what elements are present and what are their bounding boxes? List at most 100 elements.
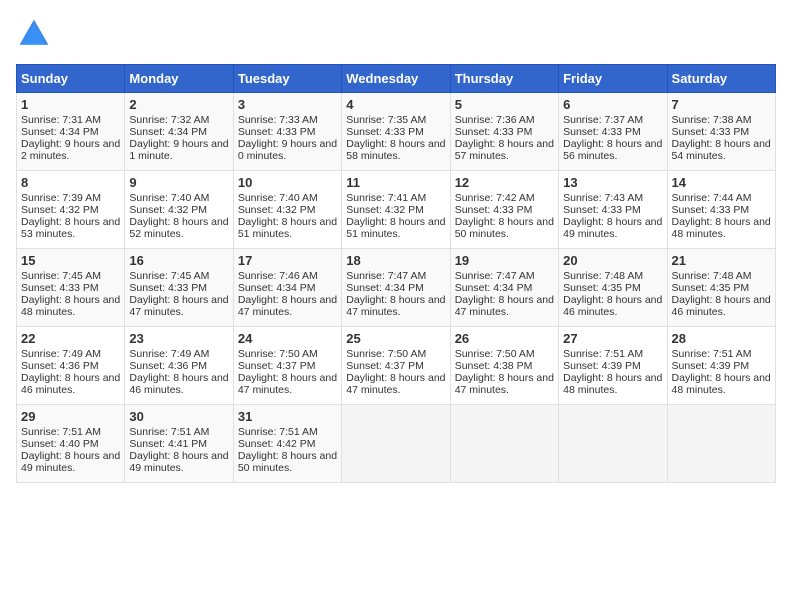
calendar-header-row: SundayMondayTuesdayWednesdayThursdayFrid…	[17, 65, 776, 93]
calendar-cell: 31Sunrise: 7:51 AMSunset: 4:42 PMDayligh…	[233, 405, 341, 483]
daylight-text: Daylight: 8 hours and 46 minutes.	[563, 294, 662, 318]
day-number: 25	[346, 331, 445, 346]
sunrise-text: Sunrise: 7:40 AM	[238, 192, 337, 204]
sunset-text: Sunset: 4:34 PM	[455, 282, 554, 294]
calendar-cell: 15Sunrise: 7:45 AMSunset: 4:33 PMDayligh…	[17, 249, 125, 327]
calendar-cell: 24Sunrise: 7:50 AMSunset: 4:37 PMDayligh…	[233, 327, 341, 405]
daylight-text: Daylight: 8 hours and 46 minutes.	[21, 372, 120, 396]
calendar-cell: 7Sunrise: 7:38 AMSunset: 4:33 PMDaylight…	[667, 93, 775, 171]
day-number: 9	[129, 175, 228, 190]
sunrise-text: Sunrise: 7:43 AM	[563, 192, 662, 204]
daylight-text: Daylight: 8 hours and 47 minutes.	[238, 294, 337, 318]
calendar-cell: 12Sunrise: 7:42 AMSunset: 4:33 PMDayligh…	[450, 171, 558, 249]
daylight-text: Daylight: 8 hours and 50 minutes.	[455, 216, 554, 240]
week-row-4: 22Sunrise: 7:49 AMSunset: 4:36 PMDayligh…	[17, 327, 776, 405]
sunrise-text: Sunrise: 7:50 AM	[238, 348, 337, 360]
calendar-cell: 8Sunrise: 7:39 AMSunset: 4:32 PMDaylight…	[17, 171, 125, 249]
sunset-text: Sunset: 4:33 PM	[563, 126, 662, 138]
daylight-text: Daylight: 8 hours and 54 minutes.	[672, 138, 771, 162]
calendar-cell: 9Sunrise: 7:40 AMSunset: 4:32 PMDaylight…	[125, 171, 233, 249]
week-row-5: 29 Sunrise: 7:51 AMSunset: 4:40 PM Dayligh…	[17, 405, 776, 483]
sunrise-text: Sunrise: 7:48 AM	[563, 270, 662, 282]
sunset-text: Sunset: 4:35 PM	[672, 282, 771, 294]
col-header-monday: Monday	[125, 65, 233, 93]
sunrise-text: Sunrise: 7:39 AM	[21, 192, 120, 204]
day-number: 23	[129, 331, 228, 346]
calendar-cell: 11 Sunrise: 7:41 AMSunset: 4:32 PMDayligh…	[342, 171, 450, 249]
calendar-cell: 17Sunrise: 7:46 AMSunset: 4:34 PMDayligh…	[233, 249, 341, 327]
day-number: 27	[563, 331, 662, 346]
day-number: 29	[21, 409, 120, 424]
sunrise-text: Sunrise: 7:51 AM	[563, 348, 662, 360]
daylight-text: Daylight: 9 hours and 1 minute.	[129, 138, 228, 162]
sunset-text: Sunset: 4:39 PM	[672, 360, 771, 372]
sunrise-text: Sunrise: 7:40 AM	[129, 192, 228, 204]
sunset-text: Sunset: 4:33 PM	[455, 126, 554, 138]
daylight-text: Daylight: 9 hours and 0 minutes.	[238, 138, 337, 162]
daylight-text: Daylight: 8 hours and 48 minutes.	[21, 294, 120, 318]
calendar-cell: 25Sunrise: 7:50 AMSunset: 4:37 PMDayligh…	[342, 327, 450, 405]
week-row-3: 15Sunrise: 7:45 AMSunset: 4:33 PMDayligh…	[17, 249, 776, 327]
day-number: 8	[21, 175, 120, 190]
calendar-cell: 22Sunrise: 7:49 AMSunset: 4:36 PMDayligh…	[17, 327, 125, 405]
sunset-text: Sunset: 4:32 PM	[346, 204, 445, 216]
sunrise-text: Sunrise: 7:41 AM	[346, 192, 445, 204]
daylight-text: Daylight: 8 hours and 51 minutes.	[238, 216, 337, 240]
calendar-cell: 14Sunrise: 7:44 AMSunset: 4:33 PMDayligh…	[667, 171, 775, 249]
calendar-cell: 10Sunrise: 7:40 AMSunset: 4:32 PMDayligh…	[233, 171, 341, 249]
page-header	[16, 16, 776, 52]
sunset-text: Sunset: 4:36 PM	[21, 360, 120, 372]
sunrise-text: Sunrise: 7:50 AM	[455, 348, 554, 360]
sunrise-text: Sunrise: 7:46 AM	[238, 270, 337, 282]
sunrise-text: Sunrise: 7:51 AM	[21, 426, 120, 438]
sunrise-text: Sunrise: 7:35 AM	[346, 114, 445, 126]
sunset-text: Sunset: 4:35 PM	[563, 282, 662, 294]
sunrise-text: Sunrise: 7:49 AM	[129, 348, 228, 360]
sunset-text: Sunset: 4:34 PM	[346, 282, 445, 294]
calendar-cell: 27Sunrise: 7:51 AMSunset: 4:39 PMDayligh…	[559, 327, 667, 405]
daylight-text: Daylight: 8 hours and 46 minutes.	[672, 294, 771, 318]
sunset-text: Sunset: 4:33 PM	[455, 204, 554, 216]
day-number: 31	[238, 409, 337, 424]
logo	[16, 16, 56, 52]
calendar-cell: 29Sunrise: 7:51 AMSunset: 4:40 PMDayligh…	[17, 405, 125, 483]
day-number: 5	[455, 97, 554, 112]
col-header-sunday: Sunday	[17, 65, 125, 93]
calendar-cell: 5Sunrise: 7:36 AMSunset: 4:33 PMDaylight…	[450, 93, 558, 171]
sunset-text: Sunset: 4:40 PM	[21, 438, 120, 450]
calendar-cell: 28Sunrise: 7:51 AMSunset: 4:39 PMDayligh…	[667, 327, 775, 405]
sunrise-text: Sunrise: 7:31 AM	[21, 114, 120, 126]
calendar-cell: 23Sunrise: 7:49 AMSunset: 4:36 PMDayligh…	[125, 327, 233, 405]
day-number: 30	[129, 409, 228, 424]
sunset-text: Sunset: 4:37 PM	[238, 360, 337, 372]
daylight-text: Daylight: 8 hours and 50 minutes.	[238, 450, 337, 474]
calendar-cell: 2Sunrise: 7:32 AMSunset: 4:34 PMDaylight…	[125, 93, 233, 171]
sunrise-text: Sunrise: 7:36 AM	[455, 114, 554, 126]
logo-icon	[16, 16, 52, 52]
day-number: 4	[346, 97, 445, 112]
daylight-text: Daylight: 8 hours and 51 minutes.	[346, 216, 445, 240]
calendar-cell: 21Sunrise: 7:48 AMSunset: 4:35 PMDayligh…	[667, 249, 775, 327]
day-number: 26	[455, 331, 554, 346]
sunset-text: Sunset: 4:33 PM	[21, 282, 120, 294]
sunrise-text: Sunrise: 7:48 AM	[672, 270, 771, 282]
calendar-cell: 3Sunrise: 7:33 AMSunset: 4:33 PMDaylight…	[233, 93, 341, 171]
day-number: 11	[346, 175, 445, 190]
calendar-cell: 20Sunrise: 7:48 AMSunset: 4:35 PMDayligh…	[559, 249, 667, 327]
day-number: 17	[238, 253, 337, 268]
sunset-text: Sunset: 4:34 PM	[129, 126, 228, 138]
daylight-text: Daylight: 8 hours and 48 minutes.	[672, 216, 771, 240]
sunrise-text: Sunrise: 7:51 AM	[672, 348, 771, 360]
day-number: 12	[455, 175, 554, 190]
sunset-text: Sunset: 4:42 PM	[238, 438, 337, 450]
day-number: 22	[21, 331, 120, 346]
calendar-cell: 19Sunrise: 7:47 AMSunset: 4:34 PMDayligh…	[450, 249, 558, 327]
daylight-text: Daylight: 8 hours and 56 minutes.	[563, 138, 662, 162]
daylight-text: Daylight: 8 hours and 47 minutes.	[346, 372, 445, 396]
daylight-text: Daylight: 8 hours and 47 minutes.	[455, 294, 554, 318]
calendar-cell: 13Sunrise: 7:43 AMSunset: 4:33 PMDayligh…	[559, 171, 667, 249]
calendar-cell: 26Sunrise: 7:50 AMSunset: 4:38 PMDayligh…	[450, 327, 558, 405]
day-number: 13	[563, 175, 662, 190]
daylight-text: Daylight: 8 hours and 46 minutes.	[129, 372, 228, 396]
day-number: 14	[672, 175, 771, 190]
